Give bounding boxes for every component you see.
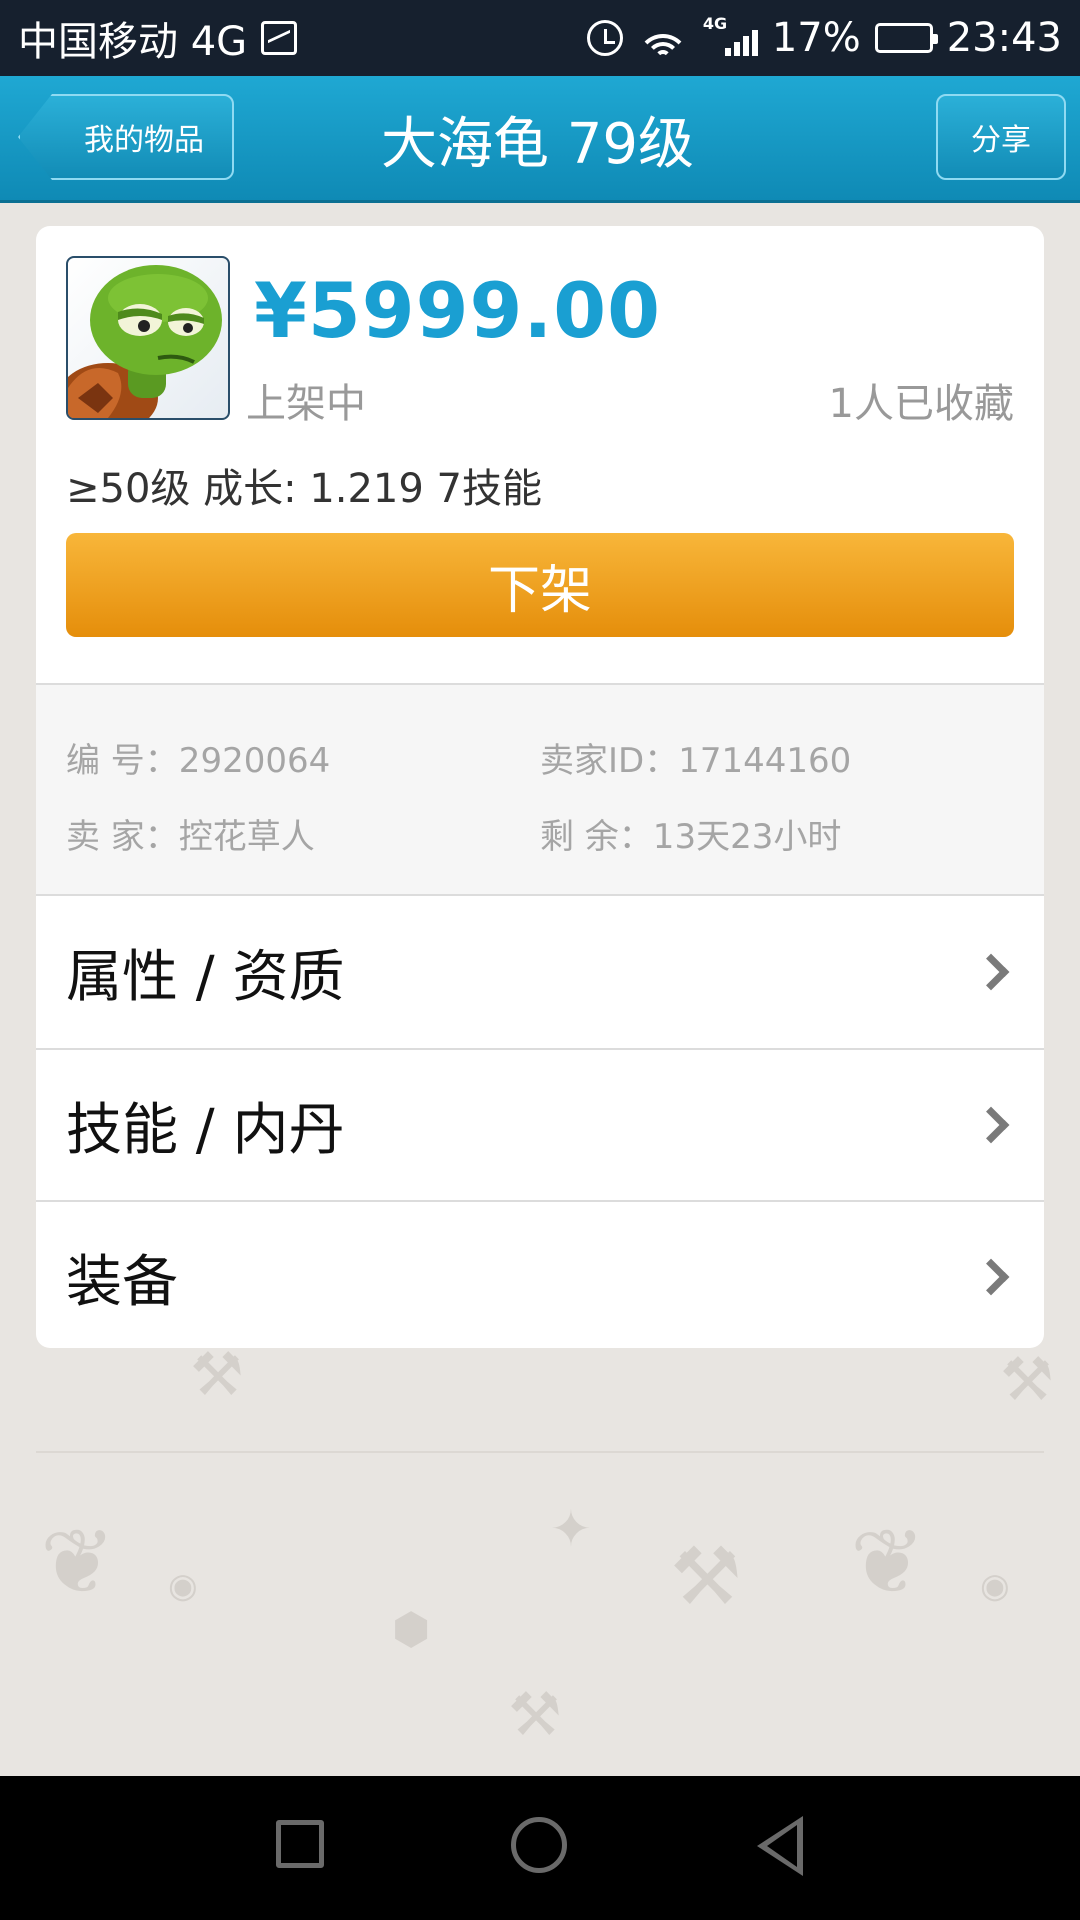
carrier-text: 中国移动 4G: [18, 19, 248, 65]
nav-bar: 大海龟 79级 我的物品 分享: [0, 76, 1080, 203]
row-label: 属性 / 资质: [66, 944, 345, 1010]
background-divider: [36, 1451, 1044, 1453]
back-triangle-icon[interactable]: [757, 1816, 803, 1876]
share-button[interactable]: 分享: [936, 94, 1066, 180]
leaf-decoration-icon: ❦: [850, 1510, 926, 1615]
battery-percent: 17%: [771, 15, 861, 61]
favorites-count: 1人已收藏: [828, 381, 1014, 427]
cellular-signal-icon: 4G: [703, 14, 758, 56]
equipment-row[interactable]: 装备: [36, 1200, 1044, 1348]
signal-tag: 4G: [702, 14, 728, 33]
hammer-decoration-icon: ⚒: [670, 1530, 742, 1623]
recent-apps-icon[interactable]: [276, 1820, 324, 1868]
wifi-icon: [636, 20, 689, 56]
seller-name: 卖 家：控花草人: [66, 817, 315, 857]
battery-icon: [874, 23, 938, 53]
system-nav-bar: [0, 1776, 1080, 1920]
status-right: 4G 17% 23:43: [586, 14, 1062, 61]
hammer-decoration-icon: ⚒: [1000, 1345, 1054, 1415]
attributes-row[interactable]: 属性 / 资质: [36, 896, 1044, 1048]
serial-number: 编 号：2920064: [66, 741, 331, 781]
row-label: 装备: [66, 1249, 178, 1315]
row-label: 技能 / 内丹: [66, 1097, 345, 1163]
time-remaining: 剩 余：13天23小时: [540, 817, 842, 857]
hammer-decoration-icon: ⚒: [190, 1340, 244, 1410]
take-off-shelf-button[interactable]: 下架: [66, 533, 1014, 637]
image-notification-icon: [261, 21, 298, 55]
gem-decoration-icon: ⬢: [392, 1604, 431, 1655]
turtle-illustration: [68, 265, 222, 418]
seller-id: 卖家ID：17144160: [540, 741, 852, 781]
sea-turtle-avatar[interactable]: [66, 256, 230, 420]
item-card: ¥5999.00 上架中 1人已收藏 ≥50级 成长: 1.219 7技能 下架…: [36, 226, 1044, 1348]
chevron-right-icon: [972, 953, 1010, 991]
skills-row[interactable]: 技能 / 内丹: [36, 1048, 1044, 1200]
status-bar: 中国移动 4G 4G 17% 23:43: [0, 0, 1080, 76]
home-icon[interactable]: [511, 1817, 567, 1873]
alarm-icon: [586, 20, 623, 56]
item-price: ¥5999.00: [254, 266, 662, 355]
coin-decoration-icon: ◉: [168, 1566, 198, 1606]
coin-decoration-icon: ◉: [980, 1566, 1010, 1606]
status-left: 中国移动 4G: [18, 9, 298, 67]
clock: 23:43: [946, 15, 1062, 61]
chevron-right-icon: [972, 1106, 1010, 1144]
chevron-right-icon: [972, 1258, 1010, 1296]
listing-status: 上架中: [246, 381, 366, 427]
hammer-decoration-icon: ⚒: [508, 1680, 562, 1750]
item-summary: ≥50级 成长: 1.219 7技能: [66, 466, 542, 512]
back-button[interactable]: 我的物品: [18, 94, 234, 180]
sparkle-decoration-icon: ✦: [550, 1500, 592, 1558]
leaf-decoration-icon: ❦: [40, 1510, 116, 1615]
item-info-block: 编 号：2920064 卖家ID：17144160 卖 家：控花草人 剩 余：1…: [36, 683, 1044, 896]
